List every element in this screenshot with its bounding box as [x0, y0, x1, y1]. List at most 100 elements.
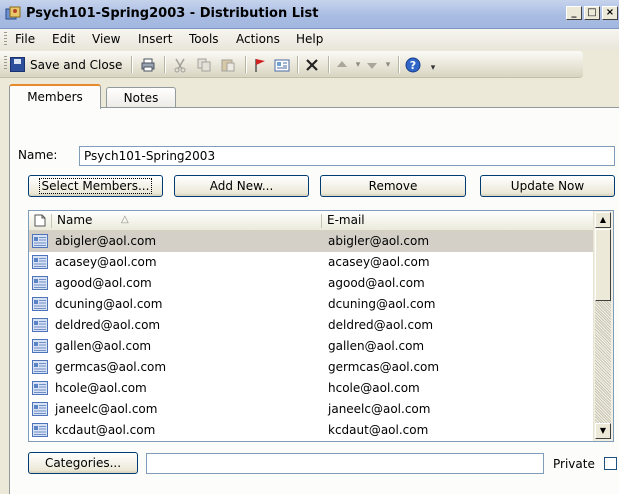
contact-card-icon: [32, 423, 48, 437]
row-name: gallen@aol.com: [55, 339, 152, 353]
table-row[interactable]: deldred@aol.com deldred@aol.com: [29, 315, 594, 336]
window-title: Psych101-Spring2003 - Distribution List: [26, 6, 319, 21]
table-row[interactable]: janeelc@aol.com janeelc@aol.com: [29, 399, 594, 420]
row-name: abigler@aol.com: [55, 234, 157, 248]
row-name: deldred@aol.com: [55, 318, 161, 332]
row-name: kcdaut@aol.com: [55, 423, 156, 437]
toolbar-grip[interactable]: [4, 56, 7, 71]
standard-toolbar: Save and Close ▾ ▾ ? ▾: [0, 51, 619, 78]
close-button[interactable]: ×: [602, 6, 618, 20]
contact-card-icon: [32, 255, 48, 269]
row-email: acasey@aol.com: [328, 255, 430, 269]
select-members-label: Select Members...: [38, 178, 153, 194]
flag-icon[interactable]: [252, 57, 268, 73]
minimize-button[interactable]: _: [566, 6, 582, 20]
table-row[interactable]: germcas@aol.com germcas@aol.com: [29, 357, 594, 378]
menu-edit[interactable]: Edit: [52, 32, 75, 46]
scroll-down-button[interactable]: ▼: [595, 423, 611, 439]
row-name: janeelc@aol.com: [55, 402, 158, 416]
print-icon[interactable]: [140, 57, 156, 73]
row-email: gallen@aol.com: [328, 339, 425, 353]
row-name: germcas@aol.com: [55, 360, 167, 374]
categories-field[interactable]: [146, 453, 544, 474]
scroll-up-button[interactable]: ▲: [595, 212, 611, 228]
row-email: agood@aol.com: [328, 276, 425, 290]
menu-grip[interactable]: [4, 32, 7, 47]
scroll-track[interactable]: [595, 301, 611, 423]
toolbar-separator: [164, 56, 166, 73]
menu-actions[interactable]: Actions: [236, 32, 280, 46]
tab-strip: Members Notes: [0, 79, 619, 109]
contact-card-icon: [32, 402, 48, 416]
toolbar-separator: [297, 56, 299, 73]
tab-notes[interactable]: Notes: [106, 87, 176, 108]
column-header-name[interactable]: Name: [57, 211, 92, 230]
help-icon[interactable]: ?: [405, 57, 421, 73]
add-new-button[interactable]: Add New...: [174, 175, 309, 197]
row-email: kcdaut@aol.com: [328, 423, 429, 437]
categories-button[interactable]: Categories...: [28, 452, 138, 474]
address-card-icon[interactable]: [274, 57, 290, 73]
row-email: dcuning@aol.com: [328, 297, 436, 311]
menu-insert[interactable]: Insert: [138, 32, 172, 46]
toolbar-separator: [328, 56, 330, 73]
svg-text:?: ?: [410, 59, 416, 72]
down-arrow-icon[interactable]: [364, 57, 380, 73]
menu-help[interactable]: Help: [296, 32, 323, 46]
document-icon: [34, 214, 46, 227]
menu-view[interactable]: View: [92, 32, 120, 46]
contact-card-icon: [32, 381, 48, 395]
scroll-thumb[interactable]: [595, 229, 611, 301]
cut-icon[interactable]: [172, 57, 188, 73]
title-bar[interactable]: Psych101-Spring2003 - Distribution List …: [0, 0, 619, 29]
table-row[interactable]: dcuning@aol.com dcuning@aol.com: [29, 294, 594, 315]
toolbar-separator: [131, 56, 133, 73]
column-divider: [51, 214, 52, 228]
table-row[interactable]: agood@aol.com agood@aol.com: [29, 273, 594, 294]
row-email: deldred@aol.com: [328, 318, 434, 332]
distribution-list-icon: [5, 6, 21, 20]
private-checkbox[interactable]: [604, 457, 617, 470]
up-arrow-icon[interactable]: [334, 57, 350, 73]
update-now-button[interactable]: Update Now: [480, 175, 615, 197]
table-row[interactable]: gallen@aol.com gallen@aol.com: [29, 336, 594, 357]
toolbar-strip: Save and Close ▾ ▾ ? ▾: [0, 51, 583, 78]
vertical-scrollbar[interactable]: ▲ ▼: [593, 211, 613, 441]
save-and-close-button[interactable]: Save and Close: [30, 58, 122, 72]
sort-ascending-icon: △: [121, 214, 129, 225]
paste-icon[interactable]: [220, 57, 236, 73]
toolbar-separator: [245, 56, 247, 73]
delete-icon[interactable]: [304, 57, 320, 73]
row-email: germcas@aol.com: [328, 360, 440, 374]
row-email: janeelc@aol.com: [328, 402, 431, 416]
members-list[interactable]: Name △ E-mail abigler@aol.com abigler@aol…: [28, 210, 614, 442]
table-row[interactable]: abigler@aol.com abigler@aol.com: [29, 231, 594, 252]
menu-tools[interactable]: Tools: [189, 32, 219, 46]
chevron-down-icon[interactable]: ▾: [380, 57, 396, 73]
contact-card-icon: [32, 276, 48, 290]
row-name: hcole@aol.com: [55, 381, 147, 395]
menu-bar: File Edit View Insert Tools Actions Help: [0, 29, 619, 50]
toolbar-options-icon[interactable]: ▾: [425, 60, 441, 76]
name-field[interactable]: Psych101-Spring2003: [79, 146, 615, 166]
save-icon[interactable]: [10, 57, 25, 72]
distribution-list-window: Psych101-Spring2003 - Distribution List …: [0, 0, 619, 494]
select-members-button[interactable]: Select Members...: [28, 175, 163, 197]
menu-file[interactable]: File: [15, 32, 35, 46]
table-row[interactable]: acasey@aol.com acasey@aol.com: [29, 252, 594, 273]
table-row[interactable]: hcole@aol.com hcole@aol.com: [29, 378, 594, 399]
table-row[interactable]: kcdaut@aol.com kcdaut@aol.com: [29, 420, 594, 441]
contact-card-icon: [32, 339, 48, 353]
contact-card-icon: [32, 297, 48, 311]
column-divider: [321, 214, 322, 228]
toolbar-separator: [398, 56, 400, 73]
copy-icon[interactable]: [196, 57, 212, 73]
maximize-button[interactable]: □: [584, 6, 600, 20]
contact-card-icon: [32, 234, 48, 248]
contact-card-icon: [32, 318, 48, 332]
tab-members[interactable]: Members: [9, 84, 101, 109]
column-header-email[interactable]: E-mail: [327, 211, 365, 230]
remove-button[interactable]: Remove: [320, 175, 466, 197]
row-email: hcole@aol.com: [328, 381, 420, 395]
contact-card-icon: [32, 360, 48, 374]
